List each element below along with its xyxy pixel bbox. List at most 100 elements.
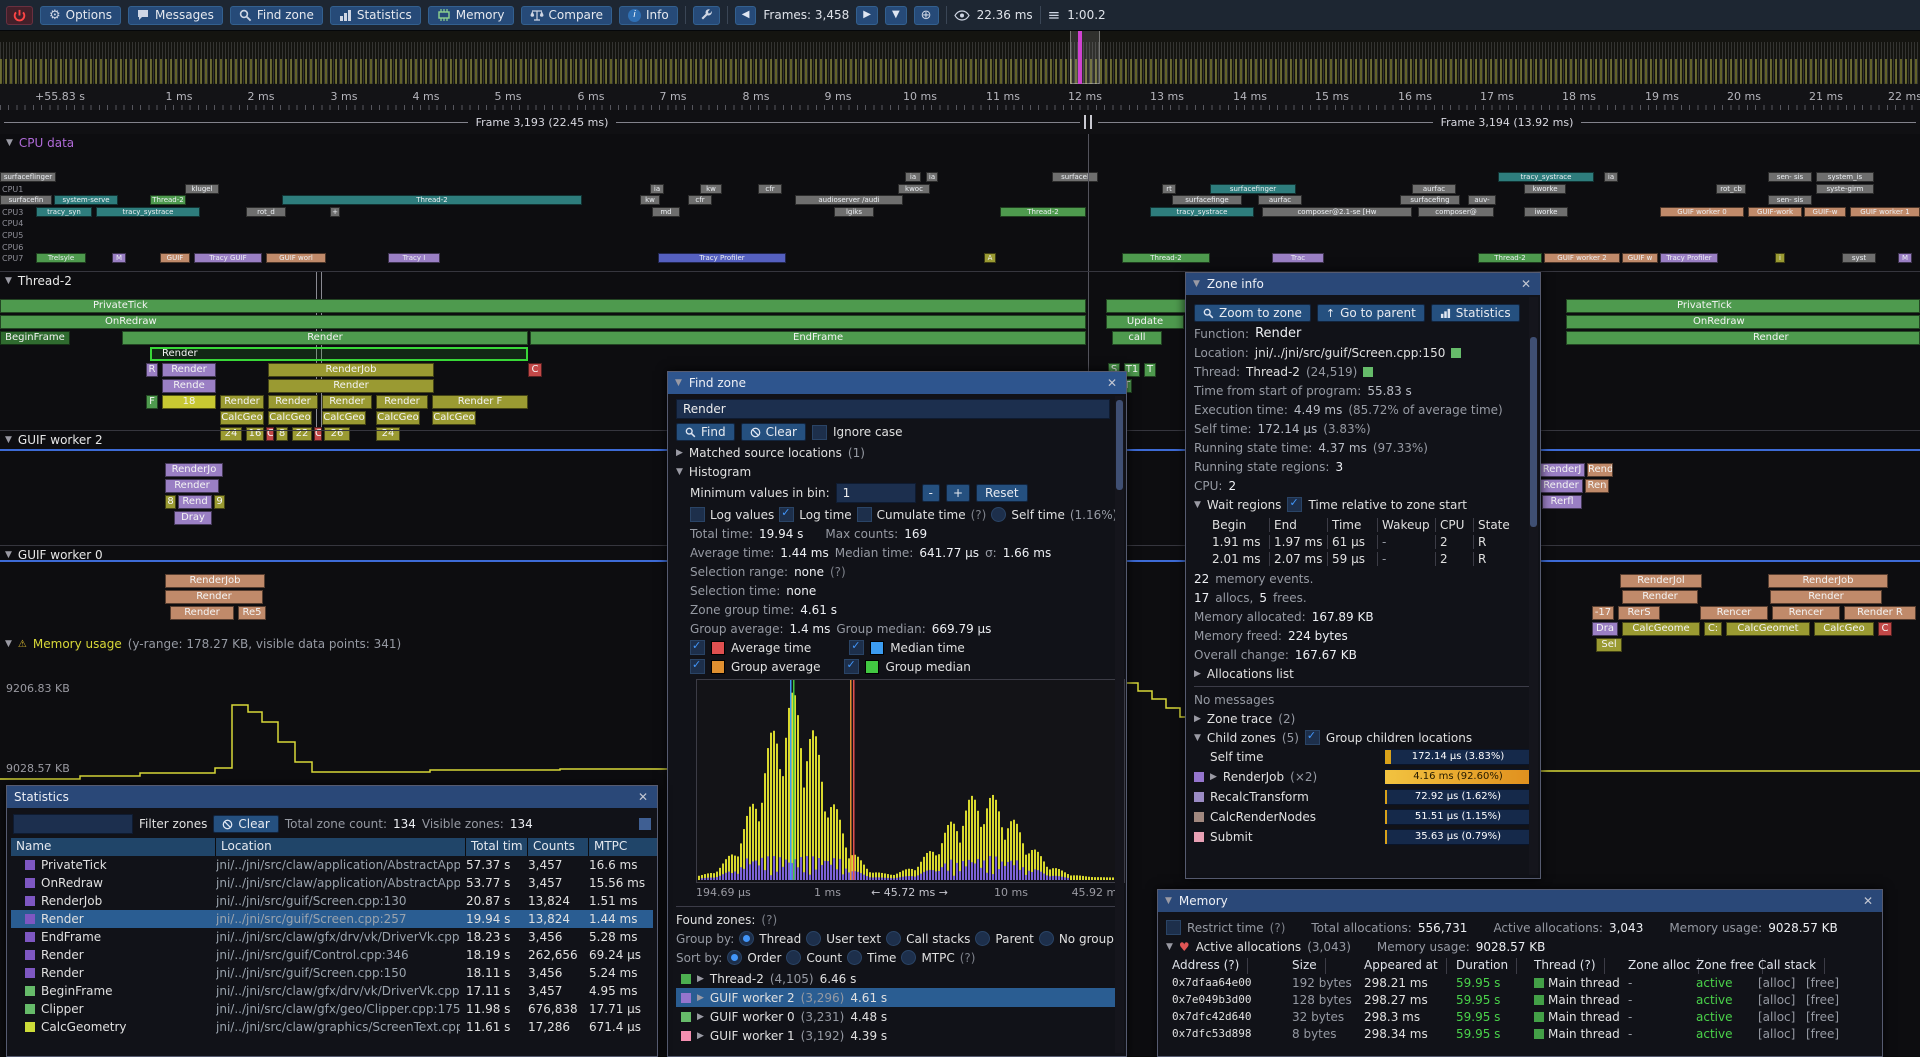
thread-highlight-button[interactable] — [1363, 367, 1373, 377]
zone-bar[interactable]: Rerfl — [1542, 495, 1582, 509]
min-bin-decrease-button[interactable]: - — [922, 484, 940, 502]
group-by-user-text-radio[interactable] — [806, 931, 821, 946]
zone-bar[interactable]: 9 — [214, 495, 225, 509]
go-to-parent-button[interactable]: ↑Go to parent — [1317, 304, 1425, 322]
table-row[interactable]: PrivateTickjni/../jni/src/claw/applicati… — [11, 856, 653, 874]
prev-frame-button[interactable]: ◀ — [735, 6, 757, 25]
self-time-radio[interactable] — [991, 507, 1006, 522]
window-titlebar[interactable]: ▼ Memory ✕ — [1158, 890, 1882, 912]
zone-bar[interactable]: PrivateTick — [0, 299, 1086, 313]
zone-bar[interactable]: Ren — [1585, 479, 1609, 493]
column-header[interactable]: Name — [11, 838, 216, 856]
search-input[interactable] — [676, 399, 1110, 419]
column-header[interactable]: Time — [1328, 518, 1378, 532]
table-row[interactable]: 0x7dfaa64e00192 bytes298.21 ms59.95 sMai… — [1166, 975, 1874, 992]
zone-bar[interactable]: BeginFrame — [0, 331, 70, 345]
histogram-plot[interactable] — [696, 679, 1125, 883]
zone-bar[interactable]: Rende — [162, 379, 216, 393]
group-children-checkbox[interactable] — [1305, 730, 1320, 745]
source-location-button[interactable] — [1451, 348, 1461, 358]
zone-bar[interactable]: RenderJob — [165, 574, 265, 588]
sort-by-order-radio[interactable] — [727, 950, 742, 965]
zone-bar[interactable]: Dray — [174, 511, 212, 525]
alloc-callstack-button[interactable]: [alloc] — [1758, 993, 1795, 1007]
zone-bar[interactable]: RenderJ — [1539, 463, 1585, 477]
free-callstack-button[interactable]: [free] — [1806, 1027, 1839, 1041]
zone-bar[interactable]: Rend — [1587, 463, 1613, 477]
zone-bar[interactable]: call — [1112, 331, 1162, 345]
group-average-checkbox[interactable] — [690, 659, 705, 674]
reset-button[interactable]: Reset — [976, 484, 1028, 502]
zone-bar[interactable]: 18 — [162, 395, 216, 409]
zone-bar[interactable]: Render — [268, 395, 318, 409]
close-icon[interactable]: ✕ — [636, 790, 650, 804]
goto-frame-button[interactable]: ⊕ — [914, 6, 939, 25]
collapse-triangle-icon[interactable]: ▼ — [1165, 896, 1172, 906]
zone-bar[interactable]: Rend — [178, 495, 212, 509]
child-zone-row[interactable]: Submit35.63 µs (0.79%) — [1194, 829, 1532, 845]
zone-bar[interactable]: Re5 — [238, 606, 266, 620]
table-row[interactable]: EndFramejni/../jni/src/claw/gfx/drv/vk/D… — [11, 928, 653, 946]
column-header[interactable]: Zone free — [1696, 958, 1763, 974]
free-callstack-button[interactable]: [free] — [1806, 993, 1839, 1007]
expand-triangle-icon[interactable]: ▶ — [676, 448, 683, 458]
expand-triangle-icon[interactable]: ▶ — [697, 1012, 704, 1022]
close-icon[interactable]: ✕ — [1105, 376, 1119, 390]
table-row[interactable]: Renderjni/../jni/src/guif/Screen.cpp:150… — [11, 964, 653, 982]
median-time-checkbox[interactable] — [849, 640, 864, 655]
collapse-triangle-icon[interactable]: ▼ — [5, 550, 12, 560]
sort-by-count-radio[interactable] — [786, 950, 801, 965]
column-header[interactable]: CPU — [1436, 518, 1474, 532]
options-button[interactable]: ⚙Options — [40, 6, 121, 25]
min-bin-increase-button[interactable]: + — [946, 484, 970, 502]
sort-by-mtpc-radio[interactable] — [901, 950, 916, 965]
zone-bar[interactable]: -17 — [1592, 606, 1614, 620]
frame-dropdown-button[interactable]: ▼ — [885, 6, 907, 25]
zone-bar[interactable]: CalcGeo — [432, 411, 476, 425]
zone-bar[interactable]: Render — [322, 395, 372, 409]
column-header[interactable]: Wakeup — [1378, 518, 1436, 532]
zone-bar[interactable]: Render — [220, 395, 264, 409]
column-header[interactable]: Size — [1292, 958, 1326, 974]
found-zone-group[interactable]: ▶GUIF worker 0(3,231)4.48 s — [676, 1007, 1118, 1026]
time-relative-checkbox[interactable] — [1287, 497, 1302, 512]
alloc-callstack-button[interactable]: [alloc] — [1758, 1027, 1795, 1041]
found-zone-group[interactable]: ▶GUIF worker 1(3,192)4.39 s — [676, 1026, 1118, 1045]
find-zone-button[interactable]: Find zone — [230, 6, 323, 25]
info-button[interactable]: iInfo — [619, 6, 678, 25]
thread-header[interactable]: ▼Thread-2 — [5, 274, 72, 288]
cumulate-time-checkbox[interactable] — [857, 507, 872, 522]
zone-bar[interactable]: CalcGeome — [1622, 622, 1700, 636]
zone-bar[interactable]: Sel — [1596, 638, 1622, 652]
scrollbar[interactable] — [1529, 297, 1538, 875]
zone-bar[interactable]: RerS — [1618, 606, 1660, 620]
table-row[interactable]: 0x7dfc53d8988 bytes298.34 ms59.95 sMain … — [1166, 1026, 1874, 1043]
table-row[interactable]: 1.91 ms1.97 ms61 µs-2R — [1208, 533, 1532, 550]
zone-bar[interactable] — [1106, 299, 1186, 313]
power-button[interactable] — [6, 6, 33, 25]
find-button[interactable]: Find — [676, 423, 735, 441]
zone-bar[interactable]: C — [1878, 622, 1892, 636]
scrollbar-thumb[interactable] — [1530, 337, 1537, 527]
table-row[interactable]: RenderJobjni/../jni/src/guif/Screen.cpp:… — [11, 892, 653, 910]
zone-bar[interactable]: C: — [1704, 622, 1722, 636]
zone-bar[interactable]: RenderJob — [1768, 574, 1888, 588]
table-row[interactable]: Clipperjni/../jni/src/claw/gfx/geo/Clipp… — [11, 1000, 653, 1018]
zone-bar[interactable]: Render — [170, 606, 234, 620]
zone-bar[interactable]: OnRedraw — [0, 315, 1086, 329]
table-row[interactable]: 0x7dfc42d64032 bytes298.3 ms59.95 sMain … — [1166, 1009, 1874, 1026]
ignore-case-checkbox[interactable] — [812, 425, 827, 440]
zone-bar[interactable]: EndFrame — [530, 331, 1086, 345]
column-header[interactable]: Appeared at — [1364, 958, 1447, 974]
zone-bar[interactable]: CalcGeo — [268, 411, 312, 425]
zone-bar[interactable]: CalcGeo — [376, 411, 420, 425]
table-row[interactable]: OnRedrawjni/../jni/src/claw/application/… — [11, 874, 653, 892]
child-zone-row[interactable]: Self time172.14 µs (3.83%) — [1194, 749, 1532, 765]
free-callstack-button[interactable]: [free] — [1806, 976, 1839, 990]
zone-bar[interactable]: Render — [1539, 479, 1583, 493]
column-header[interactable]: Counts — [528, 838, 589, 856]
zone-bar[interactable]: 8 — [165, 495, 176, 509]
column-header[interactable]: Location — [216, 838, 466, 856]
zone-bar[interactable]: Render — [165, 479, 219, 493]
window-titlebar[interactable]: ▼ Find zone ✕ — [668, 372, 1126, 394]
